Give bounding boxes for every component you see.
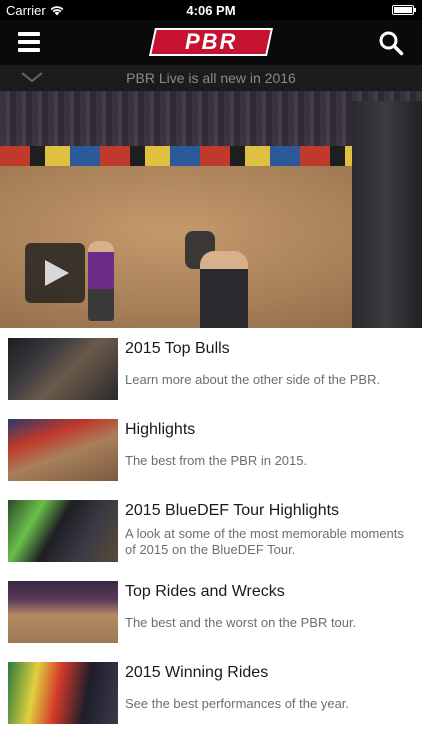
logo-text: PBR (184, 29, 238, 54)
pbr-logo[interactable]: PBR (149, 28, 273, 56)
banner-text: PBR Live is all new in 2016 (126, 70, 296, 86)
video-list-item[interactable]: 2015 Top Bulls Learn more about the othe… (0, 328, 422, 409)
search-icon[interactable] (378, 30, 404, 56)
play-button[interactable] (25, 243, 85, 303)
status-bar: Carrier 4:06 PM (0, 0, 422, 20)
video-description: Learn more about the other side of the P… (125, 372, 381, 387)
video-thumbnail[interactable] (8, 419, 118, 481)
video-chute-gate (352, 101, 422, 328)
video-list-item[interactable]: Highlights The best from the PBR in 2015… (0, 409, 422, 490)
video-description: The best and the worst on the PBR tour. (125, 615, 357, 630)
play-icon (45, 260, 69, 286)
video-list: 2015 Top Bulls Learn more about the othe… (0, 328, 422, 733)
video-bullfighter (88, 241, 114, 321)
nav-bar: PBR (0, 20, 422, 65)
video-rider (200, 251, 248, 328)
video-thumbnail[interactable] (8, 581, 118, 643)
video-title[interactable]: 2015 Winning Rides (125, 664, 268, 682)
video-title[interactable]: Highlights (125, 421, 195, 439)
video-thumbnail[interactable] (8, 662, 118, 724)
video-list-item[interactable]: 2015 BlueDEF Tour Highlights A look at s… (0, 490, 422, 571)
video-title[interactable]: Top Rides and Wrecks (125, 583, 285, 601)
battery-icon (392, 5, 416, 15)
status-time: 4:06 PM (186, 3, 236, 18)
video-thumbnail[interactable] (8, 338, 118, 400)
video-title[interactable]: 2015 Top Bulls (125, 340, 230, 358)
video-description: The best from the PBR in 2015. (125, 453, 308, 468)
video-thumbnail[interactable] (8, 500, 118, 562)
video-description: See the best performances of the year. (125, 696, 350, 711)
video-list-item[interactable]: 2015 Winning Rides See the best performa… (0, 652, 422, 733)
announcement-banner[interactable]: PBR Live is all new in 2016 (0, 65, 422, 91)
video-title[interactable]: 2015 BlueDEF Tour Highlights (125, 502, 339, 520)
video-list-item[interactable]: Top Rides and Wrecks The best and the wo… (0, 571, 422, 652)
hamburger-menu-icon[interactable] (18, 32, 40, 52)
video-description: A look at some of the most memorable mom… (125, 526, 404, 557)
